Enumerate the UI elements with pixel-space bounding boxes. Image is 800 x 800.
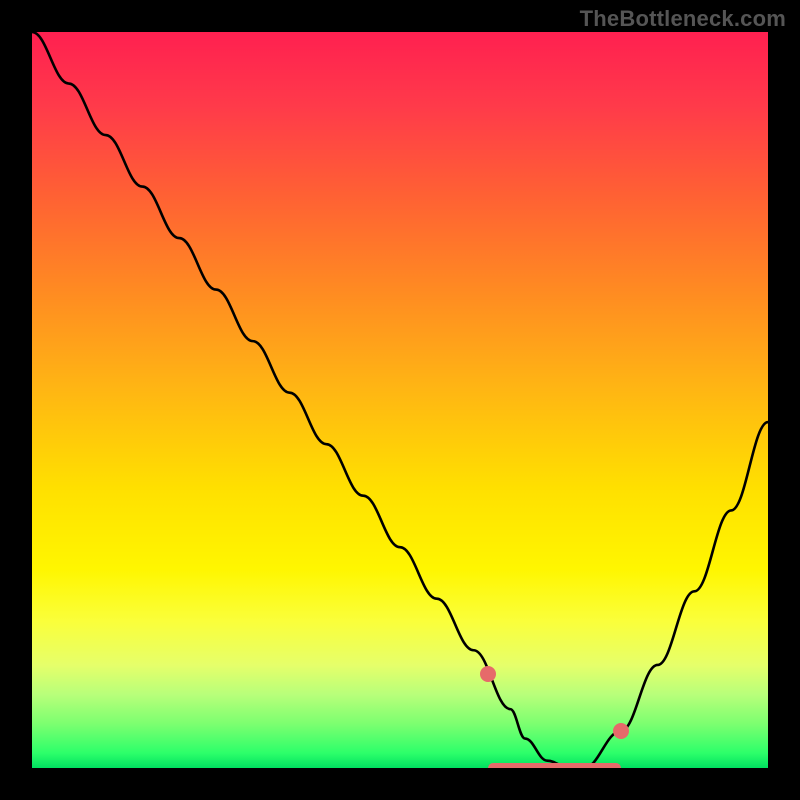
bottleneck-curve-path bbox=[32, 32, 768, 768]
watermark-text: TheBottleneck.com bbox=[580, 6, 786, 32]
optimal-range-cap-left bbox=[480, 666, 496, 682]
optimal-range-bar bbox=[488, 763, 620, 768]
curve-svg bbox=[32, 32, 768, 768]
plot-area bbox=[32, 32, 768, 768]
optimal-range-cap-right bbox=[613, 723, 629, 739]
chart-frame: TheBottleneck.com bbox=[0, 0, 800, 800]
